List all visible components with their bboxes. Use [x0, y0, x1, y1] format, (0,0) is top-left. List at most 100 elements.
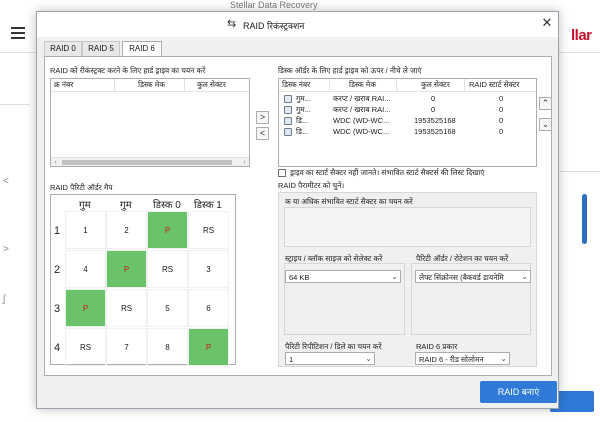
map-cell-parity: P	[147, 211, 188, 249]
dialog-title: RAID रिकंस्ट्रक्शन	[243, 21, 305, 31]
menu-icon[interactable]	[11, 27, 25, 39]
disk-make: करप्ट / खराब RAI...	[333, 105, 391, 114]
raid-reconstruction-dialog: ⇆ RAID रिकंस्ट्रक्शन ✕ RAID 0 RAID 5 RAI…	[36, 11, 559, 409]
map-cell-parity: P	[188, 328, 229, 366]
table-row[interactable]: डि... WDC (WD-WC... 1953525168 0	[279, 116, 536, 126]
show-start-sectors-label: ड्राइव का स्टार्ट सैक्टर नहीं जानते। संभ…	[290, 168, 485, 177]
chevron-down-icon: ⌄	[521, 272, 528, 281]
parity-repetition-select[interactable]: 1 ⌄	[285, 352, 375, 365]
scroll-left-icon[interactable]: ‹	[51, 158, 60, 166]
map-cell: 6	[188, 289, 229, 327]
disk-order-list[interactable]: डिस्क नंबर डिस्क मेक कुल सेक्टर RAID स्ट…	[278, 78, 537, 167]
map-row-label: 2	[54, 264, 61, 276]
column-header: कुल सेक्टर	[421, 80, 450, 89]
start-sector-select-label: क या अधिक संभावित स्टार्ट सैक्टर का चयन …	[285, 197, 413, 206]
stripe-size-select[interactable]: 64 KB ⌄	[285, 270, 401, 283]
raid-start-sector: 0	[499, 116, 504, 125]
table-row[interactable]: गुम... करप्ट / खराब RAI... 0 0	[279, 105, 536, 115]
map-cell: 3	[188, 250, 229, 288]
tab-raid-6[interactable]: RAID 6	[122, 41, 162, 57]
disk-number: गुम...	[296, 94, 311, 103]
background-arrow-icon: <	[3, 176, 9, 187]
background-divider	[560, 171, 600, 172]
hdd-list-hscroll[interactable]: ‹ ›	[51, 157, 249, 166]
hdd-list-header: क्र नंबर डिस्क मेक कुल सेक्टर	[51, 79, 249, 92]
disk-icon	[284, 128, 292, 136]
raid-start-sector: 0	[499, 94, 504, 103]
map-cell: RS	[147, 250, 188, 288]
close-icon[interactable]: ✕	[539, 15, 555, 31]
map-cell: RS	[106, 289, 147, 327]
chevron-down-icon: ⌄	[500, 354, 507, 363]
map-column-header: गुम	[79, 200, 91, 211]
table-row[interactable]: गुम... करप्ट / खराब RAI... 0 0	[279, 94, 536, 104]
move-right-button[interactable]: >	[256, 111, 269, 124]
parity-repetition-label: पैरिटी रिपीटिशन / डिले का चयन करें	[285, 342, 382, 351]
map-column-header: डिस्क 1	[194, 200, 222, 211]
chevron-down-icon: ⌄	[391, 272, 398, 281]
map-row-label: 4	[54, 342, 61, 354]
disk-number: डि...	[296, 127, 309, 136]
map-cell: 7	[106, 328, 147, 366]
map-cell: RS	[65, 328, 106, 366]
raid-arrows-icon: ⇆	[227, 18, 237, 30]
map-cell: 2	[106, 211, 147, 249]
column-header: डिस्क नंबर	[282, 80, 311, 89]
parity-order-value: लेफ्ट सिंक्रोनस (बैकवर्ड डायनेमि	[419, 273, 504, 282]
disk-make: WDC (WD-WC...	[333, 127, 390, 136]
move-up-button[interactable]: ⌃	[539, 97, 552, 110]
map-cell: 5	[147, 289, 188, 327]
raid-6-panel: RAID को रीकंस्ट्रक्ट करने के लिए हार्ड ड…	[44, 56, 552, 376]
scroll-thumb[interactable]	[62, 160, 232, 165]
map-cell: 1	[65, 211, 106, 249]
background-divider	[0, 104, 30, 105]
background-scrollbar[interactable]	[582, 194, 587, 244]
map-row-label: 3	[54, 303, 61, 315]
column-header: डिस्क मेक	[349, 80, 376, 89]
column-header: RAID स्टार्ट सेक्टर	[469, 80, 520, 89]
map-row-label: 1	[54, 225, 61, 237]
hdd-select-list[interactable]: क्र नंबर डिस्क मेक कुल सेक्टर ‹ ›	[50, 78, 250, 167]
build-raid-button[interactable]: RAID बनाएं	[480, 381, 557, 403]
hdd-select-label: RAID को रीकंस्ट्रक्ट करने के लिए हार्ड ड…	[50, 66, 206, 75]
disk-order-header: डिस्क नंबर डिस्क मेक कुल सेक्टर RAID स्ट…	[279, 79, 536, 92]
column-header: कुल सेक्टर	[197, 80, 226, 89]
map-column-header: गुम	[120, 200, 132, 211]
disk-order-label: डिस्क ऑर्डर के लिए हार्ड ड्राइव को ऊपर /…	[278, 66, 422, 75]
column-header: क्र नंबर	[54, 80, 74, 89]
map-cell-parity: P	[65, 289, 106, 327]
background-arrow-icon: >	[3, 244, 9, 255]
move-left-button[interactable]: <	[256, 127, 269, 140]
map-cell: RS	[188, 211, 229, 249]
map-cell: 4	[65, 250, 106, 288]
disk-icon	[284, 95, 292, 103]
table-row[interactable]: डि... WDC (WD-WC... 1953525168 0	[279, 127, 536, 137]
start-sector-list[interactable]	[284, 207, 531, 247]
map-cell-parity: P	[106, 250, 147, 288]
raid6-type-label: RAID 6 प्रकार	[416, 342, 458, 351]
map-column-header: डिस्क 0	[153, 200, 181, 211]
tab-raid-5[interactable]: RAID 5	[82, 41, 120, 56]
chevron-down-icon: ⌄	[365, 354, 372, 363]
parity-order-select[interactable]: लेफ्ट सिंक्रोनस (बैकवर्ड डायनेमि ⌄	[415, 270, 531, 283]
raid-start-sector: 0	[499, 127, 504, 136]
move-down-button[interactable]: ⌄	[539, 118, 552, 131]
show-start-sectors-checkbox[interactable]	[278, 169, 286, 177]
raid-params-label: RAID पैरामीटर को चुनें।	[278, 181, 345, 190]
brand-logo: llar	[571, 27, 592, 44]
total-sectors: 1953525168	[414, 116, 456, 125]
parity-repetition-value: 1	[289, 355, 294, 364]
dialog-titlebar: ⇆ RAID रिकंस्ट्रक्शन ✕	[37, 12, 558, 37]
scroll-right-icon[interactable]: ›	[240, 158, 249, 166]
disk-make: WDC (WD-WC...	[333, 116, 390, 125]
parity-order-map: गुम गुम डिस्क 0 डिस्क 1 1 2 3 4 1 2 P RS…	[50, 194, 236, 366]
app-title: Stellar Data Recovery	[230, 0, 318, 10]
disk-make: करप्ट / खराब RAI...	[333, 94, 391, 103]
stripe-size-value: 64 KB	[289, 273, 310, 282]
parity-map-label: RAID पैरिटी ऑर्डर मैप	[50, 183, 113, 192]
tab-raid-0[interactable]: RAID 0	[44, 41, 82, 56]
total-sectors: 1953525168	[414, 127, 456, 136]
disk-icon	[284, 117, 292, 125]
raid6-type-select[interactable]: RAID 6 - रीड सोलोमन ⌄	[415, 352, 510, 365]
disk-icon	[284, 106, 292, 114]
